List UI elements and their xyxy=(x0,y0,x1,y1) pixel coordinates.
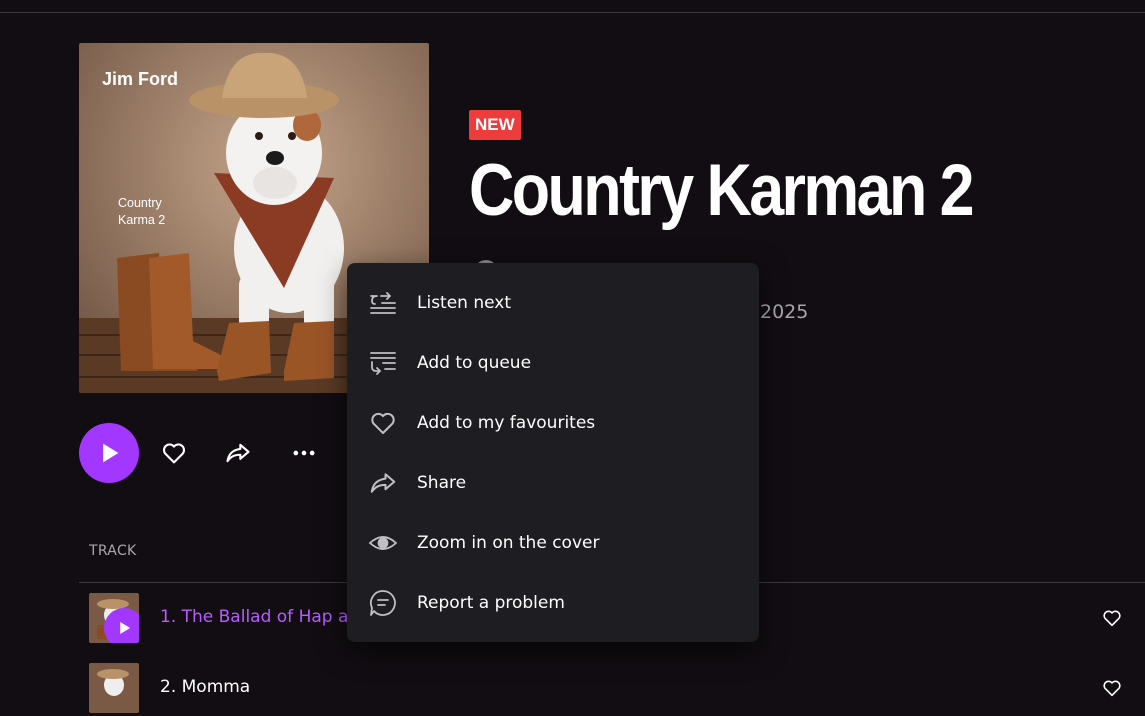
track-favourite-button[interactable] xyxy=(1099,605,1125,631)
menu-label: Share xyxy=(417,473,467,493)
menu-item-add-to-queue[interactable]: Add to queue xyxy=(347,333,759,393)
menu-item-listen-next[interactable]: Listen next xyxy=(347,273,759,333)
report-icon xyxy=(366,586,400,620)
new-badge: NEW xyxy=(469,110,521,140)
share-button[interactable] xyxy=(221,436,255,470)
track-play-button[interactable] xyxy=(104,608,139,643)
release-year: 2025 xyxy=(760,301,809,323)
menu-item-report-problem[interactable]: Report a problem xyxy=(347,573,759,633)
heart-icon xyxy=(162,443,186,464)
play-icon xyxy=(120,622,130,634)
column-header-track[interactable]: TRACK xyxy=(89,543,137,559)
share-icon xyxy=(366,466,400,500)
track-favourite-button[interactable] xyxy=(1099,675,1125,701)
heart-icon xyxy=(1103,680,1121,697)
eye-icon xyxy=(366,526,400,560)
menu-label: Add to queue xyxy=(417,353,532,373)
play-button[interactable] xyxy=(79,423,139,483)
heart-icon xyxy=(366,406,400,440)
track-thumbnail xyxy=(89,593,139,643)
heart-icon xyxy=(1103,610,1121,627)
menu-label: Listen next xyxy=(417,293,512,313)
more-button[interactable] xyxy=(287,436,321,470)
album-title: Country Karman 2 xyxy=(469,150,975,231)
track-thumbnail xyxy=(89,663,139,713)
share-icon xyxy=(226,443,250,463)
menu-item-add-to-favourites[interactable]: Add to my favourites xyxy=(347,393,759,453)
menu-label: Add to my favourites xyxy=(417,413,596,433)
menu-item-share[interactable]: Share xyxy=(347,453,759,513)
context-menu: Listen next Add to queue Add to my favou… xyxy=(347,263,759,642)
menu-label: Zoom in on the cover xyxy=(417,533,600,553)
track-title[interactable]: 1. The Ballad of Hap an xyxy=(160,607,359,627)
top-divider xyxy=(0,12,1145,13)
track-title[interactable]: 2. Momma xyxy=(160,677,250,697)
menu-label: Report a problem xyxy=(417,593,565,613)
track-row[interactable]: 2. Momma xyxy=(79,658,1145,716)
add-to-queue-icon xyxy=(366,346,400,380)
cover-artist-text: Jim Ford xyxy=(102,69,179,89)
play-icon xyxy=(103,443,119,463)
menu-item-zoom-cover[interactable]: Zoom in on the cover xyxy=(347,513,759,573)
listen-next-icon xyxy=(366,286,400,320)
favourite-button[interactable] xyxy=(157,436,191,470)
cover-album-text: Country Karma 2 xyxy=(118,196,166,227)
more-icon xyxy=(293,450,315,456)
